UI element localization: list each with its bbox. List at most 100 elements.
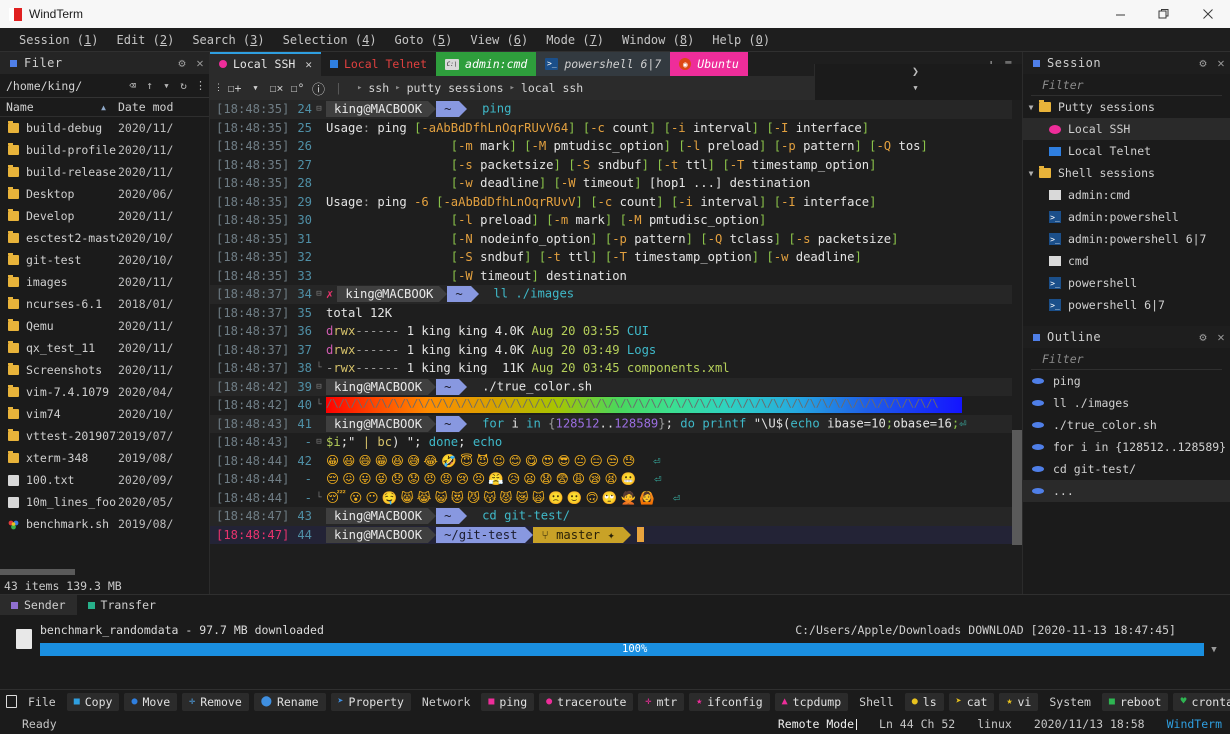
- menu-item-help[interactable]: Help (0): [703, 33, 779, 47]
- session-item[interactable]: >_ powershell 6|7: [1023, 294, 1230, 316]
- filer-more-icon[interactable]: ⋮: [192, 79, 209, 92]
- session-item[interactable]: Local Telnet: [1023, 140, 1230, 162]
- quick-button-ping[interactable]: ■ ping: [481, 692, 535, 711]
- tab-ubuntu[interactable]: ◉ Ubuntu: [670, 52, 748, 76]
- file-row[interactable]: esctest2-master2020/10/: [0, 227, 209, 249]
- transfer-tab-transfer[interactable]: Transfer: [77, 595, 167, 615]
- quick-button-traceroute[interactable]: ● traceroute: [539, 692, 634, 711]
- menu-item-goto[interactable]: Goto (5): [386, 33, 462, 47]
- crumb-dropdown-icon[interactable]: ▼: [913, 84, 917, 92]
- session-filter-input[interactable]: Filter: [1031, 74, 1222, 96]
- transfer-tab-sender[interactable]: Sender: [0, 595, 77, 615]
- file-row[interactable]: xterm-348 2019/08/: [0, 447, 209, 469]
- outline-item[interactable]: ll ./images: [1023, 392, 1230, 414]
- quick-button-remove[interactable]: ✛ Remove: [182, 692, 249, 711]
- outline-item[interactable]: ping: [1023, 370, 1230, 392]
- quick-button-property[interactable]: ➤ Property: [330, 692, 411, 711]
- menu-item-edit[interactable]: Edit (2): [108, 33, 184, 47]
- tab-local-ssh[interactable]: Local SSH ✕: [210, 52, 321, 76]
- breadcrumb-item[interactable]: local ssh: [521, 81, 583, 95]
- close-button[interactable]: [1186, 0, 1230, 28]
- menu-item-search[interactable]: Search (3): [183, 33, 273, 47]
- outline-close-icon[interactable]: ✕: [1212, 330, 1230, 344]
- outline-filter-input[interactable]: Filter: [1031, 348, 1222, 370]
- quick-button-ls[interactable]: ● ls: [904, 692, 944, 711]
- up-directory-icon[interactable]: ↑: [141, 79, 158, 92]
- session-settings-icon[interactable]: ⚙: [1194, 56, 1212, 70]
- fold-marker-icon[interactable]: ⊟: [312, 382, 326, 392]
- filer-file-list[interactable]: build-debug 2020/11/build-profile 2020/11/…: [0, 117, 209, 568]
- session-close-icon[interactable]: ✕: [1212, 56, 1230, 70]
- quick-button-mtr[interactable]: ✛ mtr: [638, 692, 685, 711]
- quick-button-tcpdump[interactable]: ▲ tcpdump: [774, 692, 849, 711]
- session-item[interactable]: >_ admin:powershell: [1023, 206, 1230, 228]
- quickbar-toggle-icon[interactable]: [6, 695, 17, 708]
- terminal-scrollbar[interactable]: [1012, 100, 1022, 594]
- reconnect-session-icon[interactable]: ☐°: [288, 81, 307, 95]
- file-row[interactable]: build-profile 2020/11/: [0, 139, 209, 161]
- breadcrumb-item[interactable]: putty sessions: [407, 81, 504, 95]
- file-row[interactable]: qx_test_11 2020/11/: [0, 337, 209, 359]
- minimize-button[interactable]: [1098, 0, 1142, 28]
- chevron-down-icon[interactable]: ▼: [246, 84, 265, 92]
- new-session-icon[interactable]: ☐+: [225, 81, 244, 95]
- file-row[interactable]: benchmark.sh 2019/08/: [0, 513, 209, 535]
- file-row[interactable]: vttest-201907102019/07/: [0, 425, 209, 447]
- restore-button[interactable]: [1142, 0, 1186, 28]
- outline-item[interactable]: ...: [1023, 480, 1230, 502]
- fold-marker-icon[interactable]: └: [312, 400, 326, 410]
- fold-marker-icon[interactable]: ⊟: [312, 437, 326, 447]
- quick-button-ifconfig[interactable]: ★ ifconfig: [689, 692, 770, 711]
- quick-button-rename[interactable]: ⬤ Rename: [253, 692, 326, 711]
- crumb-expand-icon[interactable]: ❯: [912, 64, 919, 78]
- file-row[interactable]: Qemu 2020/11/: [0, 315, 209, 337]
- file-row[interactable]: git-test 2020/10/: [0, 249, 209, 271]
- filer-path-value[interactable]: /home/king/: [6, 79, 124, 93]
- fold-marker-icon[interactable]: └: [312, 493, 326, 503]
- filer-settings-icon[interactable]: ⚙: [173, 56, 191, 70]
- quick-button-cat[interactable]: ➤ cat: [948, 692, 995, 711]
- session-item[interactable]: >_ admin:powershell 6|7: [1023, 228, 1230, 250]
- status-mode[interactable]: Remote Mode: [778, 717, 857, 731]
- refresh-icon[interactable]: ↻: [175, 79, 192, 92]
- filer-path-bar[interactable]: /home/king/ ⌫ ↑ ▼ ↻ ⋮: [0, 74, 209, 98]
- session-item[interactable]: >_ powershell: [1023, 272, 1230, 294]
- backspace-icon[interactable]: ⌫: [124, 79, 141, 92]
- menu-item-selection[interactable]: Selection (4): [274, 33, 386, 47]
- tab-local-telnet[interactable]: Local Telnet: [321, 52, 436, 76]
- file-row[interactable]: Screenshots 2020/11/: [0, 359, 209, 381]
- quick-button-reboot[interactable]: ■ reboot: [1101, 692, 1169, 711]
- filer-close-icon[interactable]: ✕: [191, 56, 209, 70]
- close-session-icon[interactable]: ☐×: [267, 81, 286, 95]
- file-row[interactable]: Develop 2020/11/: [0, 205, 209, 227]
- terminal-output[interactable]: [18:48:35] 24 ⊟ king@MACBOOK ~ ping [18:48:35…: [210, 100, 1022, 594]
- fold-marker-icon[interactable]: ⊟: [312, 104, 326, 114]
- twisty-icon[interactable]: ▼: [1023, 169, 1039, 178]
- quick-button-crontab[interactable]: ♥ crontab: [1173, 692, 1230, 711]
- fold-marker-icon[interactable]: └: [312, 363, 326, 373]
- session-item[interactable]: Local SSH: [1023, 118, 1230, 140]
- menu-item-view[interactable]: View (6): [461, 33, 537, 47]
- breadcrumb-item[interactable]: ssh: [368, 81, 389, 95]
- twisty-icon[interactable]: ▼: [1023, 103, 1039, 112]
- file-row[interactable]: Desktop 2020/06/: [0, 183, 209, 205]
- status-app-name[interactable]: WindTerm: [1167, 717, 1222, 731]
- outline-settings-icon[interactable]: ⚙: [1194, 330, 1212, 344]
- file-row[interactable]: vim-7.4.1079 2020/04/: [0, 381, 209, 403]
- quick-button-move[interactable]: ● Move: [124, 692, 178, 711]
- chevron-down-icon[interactable]: ▼: [158, 82, 175, 90]
- column-name[interactable]: Name ▲: [0, 100, 118, 114]
- column-date[interactable]: Date mod: [118, 100, 209, 114]
- session-item[interactable]: cmd: [1023, 250, 1230, 272]
- session-group[interactable]: ▼ Putty sessions: [1023, 96, 1230, 118]
- file-row[interactable]: build-release 2020/11/: [0, 161, 209, 183]
- tab-close-icon[interactable]: ✕: [305, 58, 312, 71]
- transfer-collapse-icon[interactable]: ▼: [1204, 623, 1224, 689]
- tab-powershell-6-7[interactable]: >_ powershell 6|7: [536, 52, 671, 76]
- tab-admin-cmd[interactable]: C:\ admin:cmd: [436, 52, 537, 76]
- menu-item-session[interactable]: Session (1): [10, 33, 108, 47]
- outline-item[interactable]: ./true_color.sh: [1023, 414, 1230, 436]
- outline-item[interactable]: for i in {128512..128589}: [1023, 436, 1230, 458]
- outline-item[interactable]: cd git-test/: [1023, 458, 1230, 480]
- session-group[interactable]: ▼ Shell sessions: [1023, 162, 1230, 184]
